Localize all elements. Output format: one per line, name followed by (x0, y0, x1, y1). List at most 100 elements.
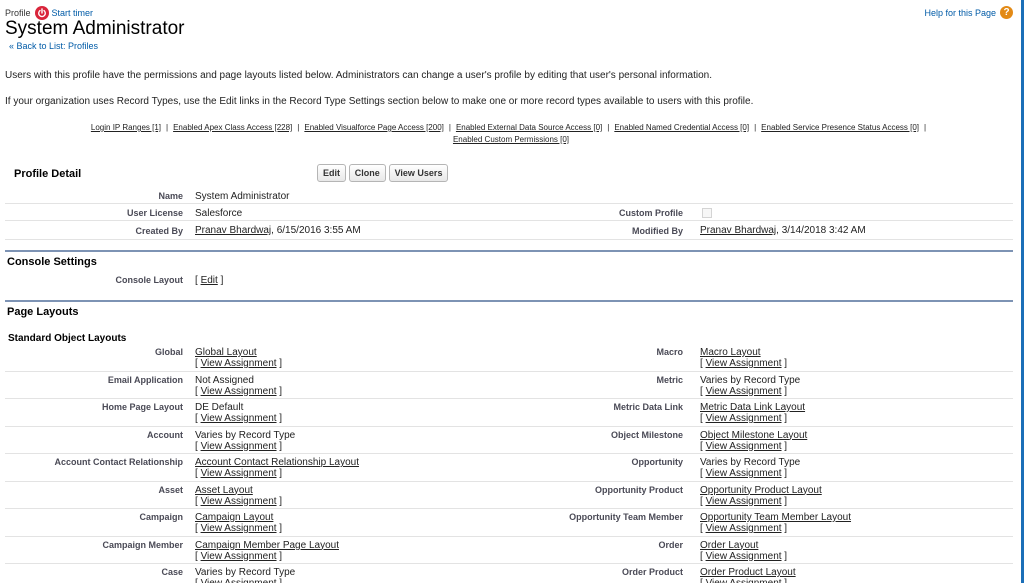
layout-label: Home Page Layout (101, 402, 183, 412)
layout-row: Campaign Member Campaign Member Page Layo… (5, 538, 1013, 564)
start-timer-link[interactable]: Start timer (52, 8, 94, 18)
layout-value: Not Assigned (195, 374, 254, 386)
help-link[interactable]: Help for this Page ? (924, 6, 1013, 19)
edit-button[interactable]: Edit (317, 164, 346, 182)
view-assignment-line: [ View Assignment ] (700, 496, 822, 507)
layout-link[interactable]: Opportunity Product Layout (700, 485, 822, 496)
custom-permissions-link[interactable]: Enabled Custom Permissions [0] (453, 135, 569, 144)
console-edit-link[interactable]: Edit (201, 275, 218, 286)
layout-row: Campaign Campaign Layout[ View Assignment… (5, 510, 1013, 537)
bracket-close: ] (781, 440, 788, 452)
back-to-list-link[interactable]: « Back to List: Profiles (9, 41, 1017, 51)
view-assignment-link[interactable]: View Assignment (201, 386, 277, 397)
detail-row-name: Name System Administrator (5, 189, 1013, 204)
help-link-label[interactable]: Help for this Page (924, 8, 996, 18)
external-data-source-link[interactable]: Enabled External Data Source Access [0] (456, 123, 602, 132)
layout-link[interactable]: Object Milestone Layout (700, 430, 807, 441)
named-credential-link[interactable]: Enabled Named Credential Access [0] (614, 123, 749, 132)
layout-link[interactable]: Account Contact Relationship Layout (195, 457, 359, 468)
view-assignment-link[interactable]: View Assignment (201, 551, 277, 562)
link-separator: | (166, 123, 169, 132)
layout-link[interactable]: Global Layout (195, 347, 282, 358)
view-assignment-link[interactable]: View Assignment (706, 468, 782, 479)
custom-profile-label: Custom Profile (618, 208, 683, 218)
created-by-user-link[interactable]: Pranav Bhardwaj (195, 225, 271, 236)
view-users-button[interactable]: View Users (388, 164, 449, 182)
view-assignment-link[interactable]: View Assignment (706, 578, 782, 583)
power-icon[interactable] (34, 6, 49, 20)
layout-value-cell: Campaign Member Page Layout[ View Assign… (195, 540, 339, 562)
layout-label: Object Milestone (610, 429, 683, 440)
view-assignment-link[interactable]: View Assignment (706, 523, 782, 534)
view-assignment-link[interactable]: View Assignment (201, 578, 277, 583)
layout-link[interactable]: Order Product Layout (700, 567, 796, 578)
standard-object-layouts-header: Standard Object Layouts (5, 333, 1013, 345)
bracket-close: ] (276, 495, 283, 507)
view-assignment-line: [ View Assignment ] (195, 358, 282, 369)
view-assignment-link[interactable]: View Assignment (706, 413, 782, 424)
modified-by-user-link[interactable]: Pranav Bhardwaj (700, 225, 776, 236)
custom-profile-checkbox (702, 208, 712, 218)
layout-link[interactable]: Campaign Layout (195, 512, 282, 523)
layout-value-cell: Object Milestone Layout[ View Assignment… (700, 430, 807, 452)
view-assignment-link[interactable]: View Assignment (706, 551, 782, 562)
bracket-close: ] (276, 385, 283, 397)
view-assignment-link[interactable]: View Assignment (706, 441, 782, 452)
layout-link[interactable]: Campaign Member Page Layout (195, 540, 339, 551)
layout-value: DE Default (195, 402, 244, 413)
related-links-bar: Login IP Ranges [1] | Enabled Apex Class A… (5, 122, 1017, 146)
view-assignment-line: [ View Assignment ] (700, 523, 851, 534)
layout-link[interactable]: Metric Data Link Layout (700, 402, 805, 413)
layout-link[interactable]: Order Layout (700, 540, 787, 551)
view-assignment-link[interactable]: View Assignment (201, 496, 277, 507)
visualforce-access-link[interactable]: Enabled Visualforce Page Access [200] (304, 123, 444, 132)
bracket-close: ] (781, 495, 788, 507)
view-assignment-line: [ View Assignment ] (700, 413, 805, 424)
modified-by-value: Pranav Bhardwaj, 3/14/2018 3:42 AM (700, 225, 866, 236)
view-assignment-link[interactable]: View Assignment (706, 358, 782, 369)
view-assignment-link[interactable]: View Assignment (201, 441, 277, 452)
bracket-close: ] (277, 578, 282, 583)
view-assignment-link[interactable]: View Assignment (706, 386, 782, 397)
view-assignment-link[interactable]: View Assignment (201, 413, 277, 424)
view-assignment-link[interactable]: View Assignment (201, 468, 277, 479)
view-assignment-link[interactable]: View Assignment (201, 523, 277, 534)
layout-label: Asset (158, 484, 183, 495)
description-line-1: Users with this profile have the permiss… (5, 70, 712, 81)
bracket-close: ] (781, 523, 788, 534)
layout-label: Campaign Member (102, 539, 183, 550)
layout-label: Opportunity Team Member (569, 512, 683, 522)
console-layout-row: Console Layout [ Edit ] (5, 272, 1013, 288)
clone-button[interactable]: Clone (348, 164, 386, 182)
standard-object-layouts-title: Standard Object Layouts (8, 333, 127, 344)
layout-label: Case (161, 567, 183, 577)
bracket-close: ] (276, 550, 283, 562)
bracket-close: ] (781, 385, 788, 397)
layout-link[interactable]: Asset Layout (195, 485, 282, 496)
layout-label: Account (147, 429, 183, 440)
view-assignment-link[interactable]: View Assignment (706, 496, 782, 507)
view-assignment-line: [ View Assignment ] (195, 523, 282, 534)
service-presence-link[interactable]: Enabled Service Presence Status Access [… (761, 123, 919, 132)
bracket-close: ] (781, 358, 788, 369)
profile-detail-title: Profile Detail (14, 168, 82, 180)
created-date: , 6/15/2016 3:55 AM (271, 225, 361, 236)
link-separator: | (297, 123, 300, 132)
layout-label: Metric Data Link (613, 402, 683, 412)
link-separator: | (754, 123, 757, 132)
console-layout-label: Console Layout (115, 275, 183, 285)
page-header: Profile Start timer System Administrator… (5, 6, 1017, 58)
login-ip-ranges-link[interactable]: Login IP Ranges [1] (91, 123, 161, 132)
view-assignment-line: [ View Assignment ] (195, 441, 295, 452)
layout-row: Account Contact Relationship Account Cont… (5, 455, 1013, 482)
help-icon[interactable]: ? (1000, 6, 1013, 19)
view-assignment-link[interactable]: View Assignment (201, 358, 277, 369)
apex-class-access-link[interactable]: Enabled Apex Class Access [228] (173, 123, 292, 132)
layout-link[interactable]: Macro Layout (700, 347, 787, 358)
view-assignment-line: [ View Assignment ] (700, 386, 800, 397)
created-by-label: Created By (135, 226, 183, 236)
layout-label: Order Product (621, 567, 683, 577)
bracket-close: ] (276, 413, 283, 424)
layout-link[interactable]: Opportunity Team Member Layout (700, 512, 851, 523)
section-divider (5, 300, 1013, 302)
